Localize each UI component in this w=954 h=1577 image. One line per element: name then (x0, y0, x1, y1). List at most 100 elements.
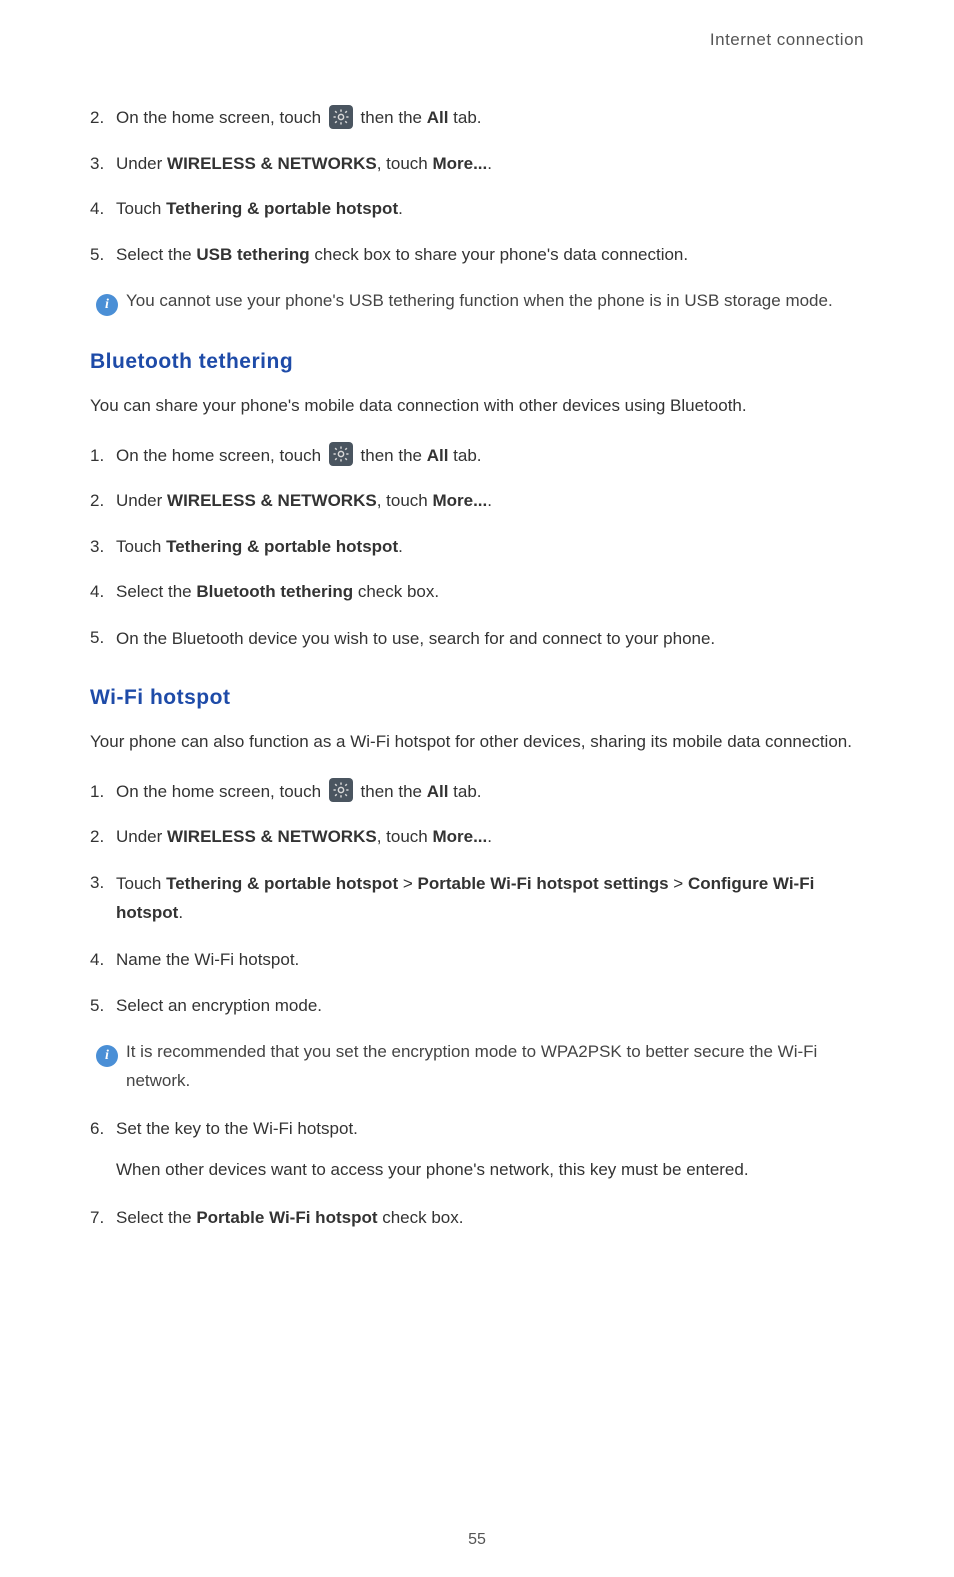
bold-text: Portable Wi-Fi hotspot settings (417, 874, 668, 893)
step-number: 2. (90, 488, 116, 514)
step-number: 4. (90, 579, 116, 605)
bold-text: Tethering & portable hotspot (166, 199, 398, 218)
step-indent (90, 1156, 116, 1185)
info-icon: i (90, 1038, 126, 1096)
text: check box to share your phone's data con… (310, 245, 688, 264)
bold-text: Bluetooth tethering (196, 582, 353, 601)
wifi-step-3: 3. Touch Tethering & portable hotspot > … (90, 870, 864, 928)
wifi-step-5: 5. Select an encryption mode. (90, 993, 864, 1019)
text: . (178, 903, 183, 922)
text: Touch (116, 537, 166, 556)
step-text: Select the Bluetooth tethering check box… (116, 579, 864, 605)
text: Touch (116, 874, 166, 893)
step-number: 2. (90, 105, 116, 131)
page-number: 55 (468, 1531, 486, 1549)
step-number: 3. (90, 534, 116, 560)
text: > (398, 874, 417, 893)
bt-step-2: 2. Under WIRELESS & NETWORKS, touch More… (90, 488, 864, 514)
usb-note: i You cannot use your phone's USB tether… (90, 287, 864, 318)
text: . (487, 827, 492, 846)
step-text: On the home screen, touch then the All t… (116, 443, 864, 469)
step-number: 5. (90, 993, 116, 1019)
bold-text: Tethering & portable hotspot (166, 874, 398, 893)
text: Under (116, 827, 167, 846)
step-number: 1. (90, 443, 116, 469)
step-number: 5. (90, 242, 116, 268)
step-number: 1. (90, 779, 116, 805)
text: . (398, 537, 403, 556)
bold-text: WIRELESS & NETWORKS (167, 154, 377, 173)
text: then the (361, 446, 427, 465)
bold-text: WIRELESS & NETWORKS (167, 827, 377, 846)
step-text: Select an encryption mode. (116, 993, 864, 1019)
step-subtext: When other devices want to access your p… (116, 1156, 864, 1185)
info-icon-circle: i (96, 294, 118, 316)
text: . (398, 199, 403, 218)
usb-step-4: 4. Touch Tethering & portable hotspot. (90, 196, 864, 222)
step-number: 6. (90, 1116, 116, 1142)
text: On the home screen, touch (116, 782, 326, 801)
text: Select the (116, 582, 196, 601)
bold-text: WIRELESS & NETWORKS (167, 491, 377, 510)
settings-icon (329, 442, 353, 466)
text: > (669, 874, 688, 893)
step-number: 4. (90, 196, 116, 222)
bluetooth-heading: Bluetooth tethering (90, 350, 864, 374)
text: then the (361, 782, 427, 801)
step-text: Touch Tethering & portable hotspot. (116, 196, 864, 222)
text: Under (116, 154, 167, 173)
wifi-step-1: 1. On the home screen, touch then the Al… (90, 779, 864, 805)
text: , touch (377, 154, 433, 173)
step-number: 4. (90, 947, 116, 973)
bold-text: More... (432, 154, 487, 173)
step-number: 2. (90, 824, 116, 850)
usb-step-5: 5. Select the USB tethering check box to… (90, 242, 864, 268)
step-number: 5. (90, 625, 116, 654)
step-number: 7. (90, 1205, 116, 1231)
step-text: Touch Tethering & portable hotspot. (116, 534, 864, 560)
text: , touch (377, 827, 433, 846)
usb-step-3: 3. Under WIRELESS & NETWORKS, touch More… (90, 151, 864, 177)
text: tab. (448, 446, 481, 465)
text: check box. (353, 582, 439, 601)
text: , touch (377, 491, 433, 510)
text: On the home screen, touch (116, 446, 326, 465)
text: check box. (378, 1208, 464, 1227)
bluetooth-desc: You can share your phone's mobile data c… (90, 392, 864, 421)
wifi-heading: Wi-Fi hotspot (90, 686, 864, 710)
step-text: Select the Portable Wi-Fi hotspot check … (116, 1205, 864, 1231)
wifi-note: i It is recommended that you set the enc… (90, 1038, 864, 1096)
text: Select the (116, 1208, 196, 1227)
text: then the (361, 108, 427, 127)
bold-text: All (427, 782, 449, 801)
page-header: Internet connection (90, 30, 864, 50)
step-text: Set the key to the Wi-Fi hotspot. (116, 1116, 864, 1142)
text: tab. (448, 108, 481, 127)
info-icon-circle: i (96, 1045, 118, 1067)
step-text: Name the Wi-Fi hotspot. (116, 947, 864, 973)
info-icon: i (90, 287, 126, 318)
bold-text: More... (432, 491, 487, 510)
bold-text: Tethering & portable hotspot (166, 537, 398, 556)
settings-icon (329, 778, 353, 802)
text: Under (116, 491, 167, 510)
bt-step-1: 1. On the home screen, touch then the Al… (90, 443, 864, 469)
step-text: Select the USB tethering check box to sh… (116, 242, 864, 268)
bt-step-4: 4. Select the Bluetooth tethering check … (90, 579, 864, 605)
usb-step-2: 2. On the home screen, touch then the Al… (90, 105, 864, 131)
bold-text: USB tethering (196, 245, 309, 264)
bold-text: All (427, 108, 449, 127)
bold-text: All (427, 446, 449, 465)
wifi-step-6: 6. Set the key to the Wi-Fi hotspot. Whe… (90, 1116, 864, 1184)
bt-step-3: 3. Touch Tethering & portable hotspot. (90, 534, 864, 560)
step-text: Under WIRELESS & NETWORKS, touch More...… (116, 824, 864, 850)
note-text: You cannot use your phone's USB tetherin… (126, 287, 864, 318)
step-text: On the home screen, touch then the All t… (116, 779, 864, 805)
wifi-step-4: 4. Name the Wi-Fi hotspot. (90, 947, 864, 973)
bold-text: More... (432, 827, 487, 846)
step-text: On the home screen, touch then the All t… (116, 105, 864, 131)
step-text: Touch Tethering & portable hotspot > Por… (116, 870, 864, 928)
step-text: On the Bluetooth device you wish to use,… (116, 625, 864, 654)
text: . (487, 491, 492, 510)
text: Select the (116, 245, 196, 264)
